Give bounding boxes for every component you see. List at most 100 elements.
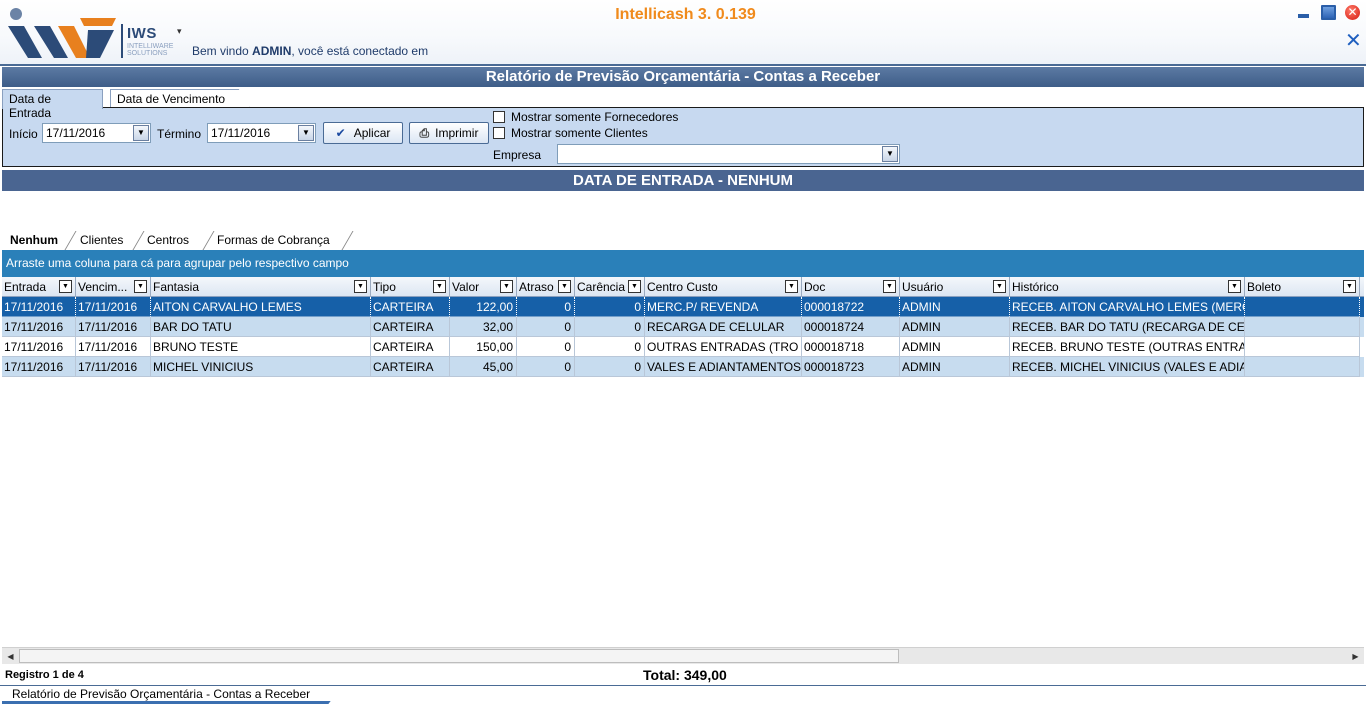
column-header-fantasia[interactable]: Fantasia ▼ (151, 277, 371, 297)
table-row[interactable]: 17/11/2016 17/11/2016 MICHEL VINICIUS CA… (2, 357, 1364, 377)
filter-dropdown-icon[interactable]: ▼ (558, 280, 571, 293)
filter-dropdown-icon[interactable]: ▼ (433, 280, 446, 293)
filter-dropdown-icon[interactable]: ▼ (1228, 280, 1241, 293)
cell-fantasia[interactable]: MICHEL VINICIUS (151, 357, 371, 377)
column-header-carencia[interactable]: Carência ▼ (575, 277, 645, 297)
cell-atraso[interactable]: 0 (517, 297, 575, 317)
cell-entrada[interactable]: 17/11/2016 (2, 337, 76, 357)
cell-vencimento[interactable]: 17/11/2016 (76, 337, 151, 357)
tab-data-entrada[interactable]: Data de Entrada (2, 89, 103, 120)
cell-carencia[interactable]: 0 (575, 337, 645, 357)
cell-vencimento[interactable]: 17/11/2016 (76, 297, 151, 317)
cell-tipo[interactable]: CARTEIRA (371, 297, 450, 317)
filter-dropdown-icon[interactable]: ▼ (785, 280, 798, 293)
cell-fantasia[interactable]: BAR DO TATU (151, 317, 371, 337)
column-header-entrada[interactable]: Entrada ▼ (2, 277, 76, 297)
cell-boleto[interactable] (1245, 317, 1360, 337)
cell-boleto[interactable] (1245, 357, 1360, 377)
cell-usuario[interactable]: ADMIN (900, 357, 1010, 377)
cell-historico[interactable]: RECEB. BAR DO TATU (RECARGA DE CEL (1010, 317, 1245, 337)
cell-valor[interactable]: 150,00 (450, 337, 517, 357)
cell-centro-custo[interactable]: OUTRAS ENTRADAS (TRO (645, 337, 802, 357)
cell-usuario[interactable]: ADMIN (900, 297, 1010, 317)
minimize-icon[interactable] (1296, 5, 1311, 20)
inicio-date-field[interactable]: 17/11/2016 ▼ (42, 123, 151, 143)
cell-atraso[interactable]: 0 (517, 337, 575, 357)
column-header-atraso[interactable]: Atraso ▼ (517, 277, 575, 297)
cell-doc[interactable]: 000018722 (802, 297, 900, 317)
cell-valor[interactable]: 122,00 (450, 297, 517, 317)
tab-report-window[interactable]: Relatório de Previsão Orçamentária - Con… (2, 686, 342, 704)
column-header-usuario[interactable]: Usuário ▼ (900, 277, 1010, 297)
tab-clientes[interactable]: Clientes (74, 231, 129, 250)
cell-entrada[interactable]: 17/11/2016 (2, 317, 76, 337)
column-header-vencimento[interactable]: Vencim... ▼ (76, 277, 151, 297)
column-header-centro-custo[interactable]: Centro Custo ▼ (645, 277, 802, 297)
column-header-tipo[interactable]: Tipo ▼ (371, 277, 450, 297)
column-header-historico[interactable]: Histórico ▼ (1010, 277, 1245, 297)
filter-dropdown-icon[interactable]: ▼ (628, 280, 641, 293)
cell-centro-custo[interactable]: VALES E ADIANTAMENTOS (645, 357, 802, 377)
cell-atraso[interactable]: 0 (517, 317, 575, 337)
cell-valor[interactable]: 32,00 (450, 317, 517, 337)
horizontal-scrollbar[interactable]: ◀ ▶ (2, 647, 1364, 664)
chevron-down-icon[interactable]: ▾ (177, 26, 182, 37)
empresa-select[interactable]: ▼ (557, 144, 900, 164)
filter-dropdown-icon[interactable]: ▼ (993, 280, 1006, 293)
cell-fantasia[interactable]: BRUNO TESTE (151, 337, 371, 357)
cell-doc[interactable]: 000018724 (802, 317, 900, 337)
cell-centro-custo[interactable]: RECARGA DE CELULAR (645, 317, 802, 337)
cell-carencia[interactable]: 0 (575, 297, 645, 317)
chevron-down-icon[interactable]: ▼ (298, 125, 314, 141)
filter-dropdown-icon[interactable]: ▼ (59, 280, 72, 293)
cell-vencimento[interactable]: 17/11/2016 (76, 357, 151, 377)
cell-historico[interactable]: RECEB. MICHEL VINICIUS (VALES E ADIA (1010, 357, 1245, 377)
filter-dropdown-icon[interactable]: ▼ (500, 280, 513, 293)
filter-dropdown-icon[interactable]: ▼ (1343, 280, 1356, 293)
cell-tipo[interactable]: CARTEIRA (371, 337, 450, 357)
termino-date-field[interactable]: 17/11/2016 ▼ (207, 123, 316, 143)
table-row[interactable]: 17/11/2016 17/11/2016 AITON CARVALHO LEM… (2, 297, 1364, 317)
column-header-valor[interactable]: Valor ▼ (450, 277, 517, 297)
cell-carencia[interactable]: 0 (575, 357, 645, 377)
scroll-left-icon[interactable]: ◀ (2, 648, 19, 665)
scrollbar-thumb[interactable] (19, 649, 899, 663)
cell-centro-custo[interactable]: MERC.P/ REVENDA (645, 297, 802, 317)
fornecedores-checkbox[interactable] (493, 111, 505, 123)
table-row[interactable]: 17/11/2016 17/11/2016 BAR DO TATU CARTEI… (2, 317, 1364, 337)
clientes-checkbox[interactable] (493, 127, 505, 139)
cell-fantasia[interactable]: AITON CARVALHO LEMES (151, 297, 371, 317)
group-drag-area[interactable]: Arraste uma coluna para cá para agrupar … (2, 250, 1364, 277)
filter-dropdown-icon[interactable]: ▼ (134, 280, 147, 293)
cell-entrada[interactable]: 17/11/2016 (2, 297, 76, 317)
cell-entrada[interactable]: 17/11/2016 (2, 357, 76, 377)
tab-nenhum[interactable]: Nenhum (4, 231, 64, 250)
maximize-icon[interactable] (1321, 5, 1336, 20)
table-row[interactable]: 17/11/2016 17/11/2016 BRUNO TESTE CARTEI… (2, 337, 1364, 357)
chevron-down-icon[interactable]: ▼ (882, 146, 898, 162)
cell-doc[interactable]: 000018718 (802, 337, 900, 357)
column-header-boleto[interactable]: Boleto ▼ (1245, 277, 1360, 297)
column-header-doc[interactable]: Doc ▼ (802, 277, 900, 297)
cell-boleto[interactable] (1245, 337, 1360, 357)
cell-historico[interactable]: RECEB. AITON CARVALHO LEMES (MERC (1010, 297, 1245, 317)
cell-valor[interactable]: 45,00 (450, 357, 517, 377)
cell-usuario[interactable]: ADMIN (900, 317, 1010, 337)
aplicar-button[interactable]: ✔ Aplicar (323, 122, 403, 144)
imprimir-button[interactable]: ⎙ Imprimir (409, 122, 489, 144)
scroll-right-icon[interactable]: ▶ (1347, 648, 1364, 665)
cell-tipo[interactable]: CARTEIRA (371, 357, 450, 377)
cell-carencia[interactable]: 0 (575, 317, 645, 337)
cell-boleto[interactable] (1245, 297, 1360, 317)
close-form-icon[interactable]: ✕ (1345, 31, 1362, 51)
cell-usuario[interactable]: ADMIN (900, 337, 1010, 357)
tab-data-vencimento[interactable]: Data de Vencimento (110, 89, 250, 108)
cell-tipo[interactable]: CARTEIRA (371, 317, 450, 337)
cell-doc[interactable]: 000018723 (802, 357, 900, 377)
filter-dropdown-icon[interactable]: ▼ (883, 280, 896, 293)
tab-centros[interactable]: Centros (141, 231, 195, 250)
cell-historico[interactable]: RECEB. BRUNO TESTE (OUTRAS ENTRAI (1010, 337, 1245, 357)
chevron-down-icon[interactable]: ▼ (133, 125, 149, 141)
cell-atraso[interactable]: 0 (517, 357, 575, 377)
window-close-icon[interactable]: ✕ (1345, 5, 1360, 20)
